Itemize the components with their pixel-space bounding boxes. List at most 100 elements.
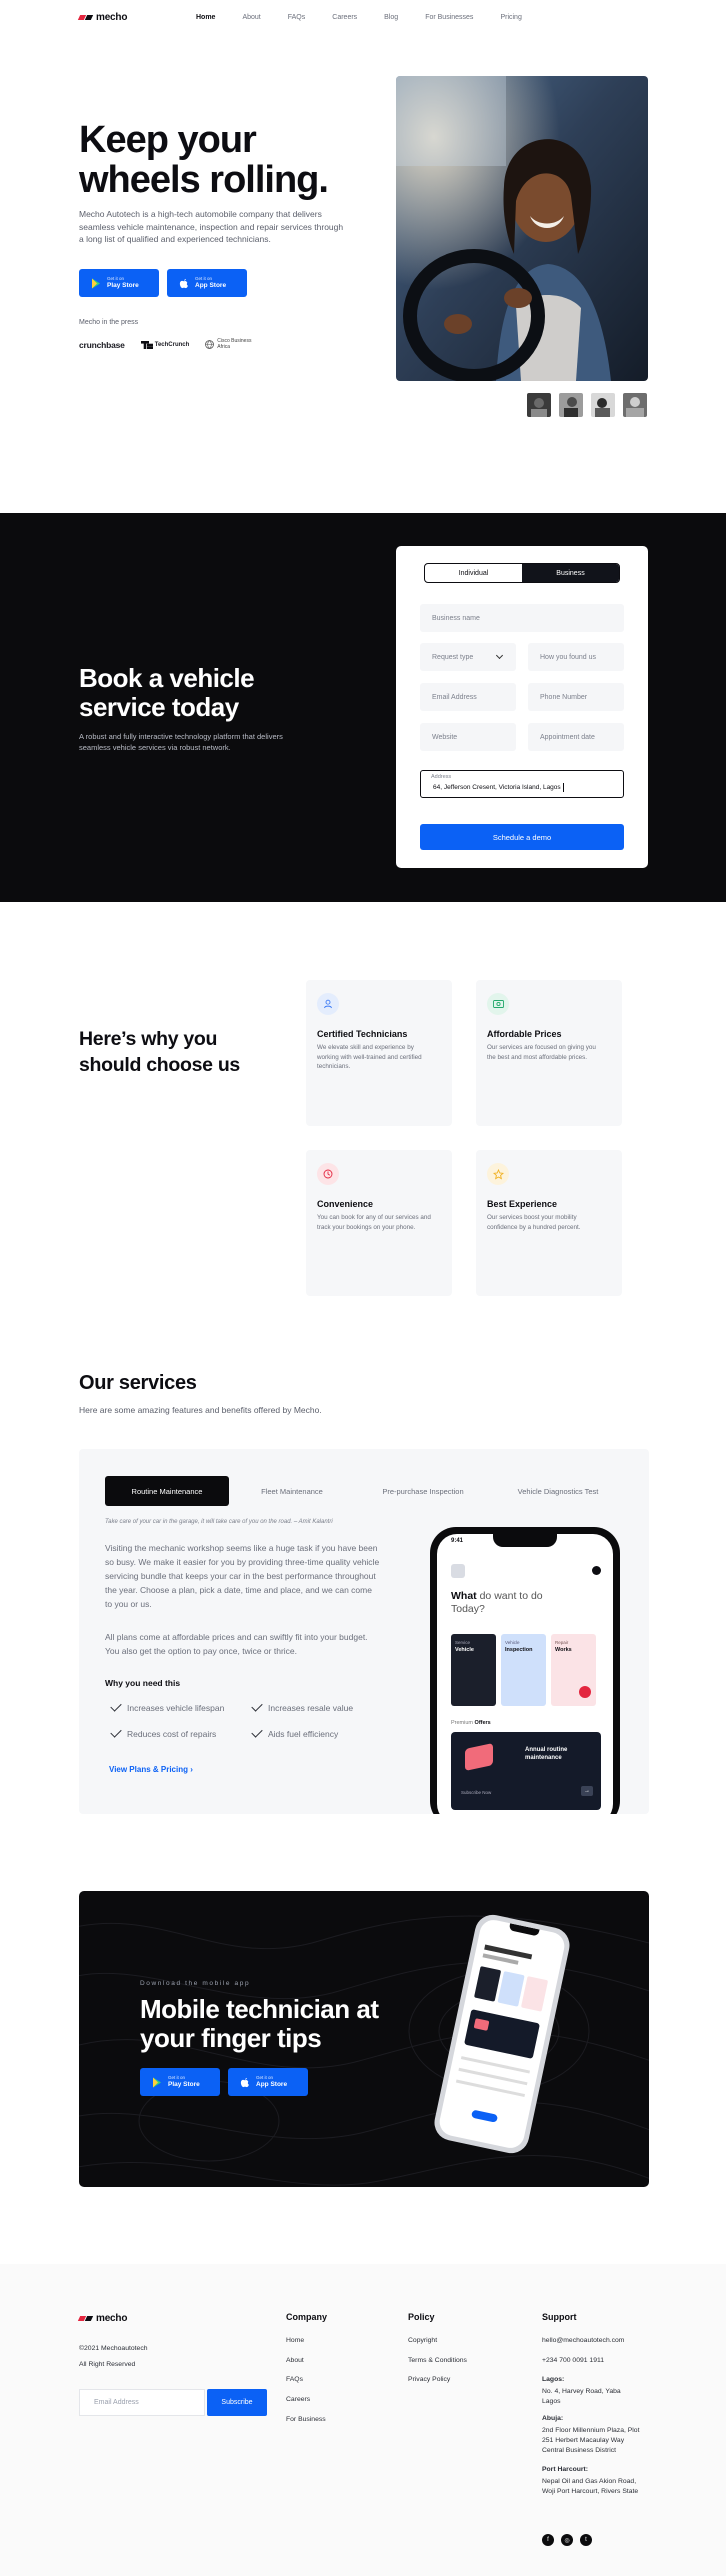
service-card-vehicle[interactable]: Service Vehicle [451,1634,496,1706]
app-store-button[interactable]: Get it on App Store [228,2068,308,2096]
footer-company-title: Company [286,2312,328,2322]
address-field[interactable]: Address 64, Jefferson Cresent, Victoria … [420,770,624,798]
nav-pricing[interactable]: Pricing [500,14,521,21]
view-plans-link[interactable]: View Plans & Pricing › [109,1765,193,1774]
thumbnail[interactable] [591,393,615,417]
gear-icon [579,1686,591,1698]
footer-link-home[interactable]: Home [286,2337,304,2344]
phone-notch [508,1923,540,1937]
office-ph-label: Port Harcourt: [542,2466,589,2473]
service-description: Visiting the mechanic workshop seems lik… [105,1543,380,1609]
press-label: Mecho in the press [79,319,139,326]
service-card-repair[interactable]: Repair Works [551,1634,596,1706]
play-store-button[interactable]: Get it on Play Store [140,2068,220,2096]
offer-illustration [465,1743,493,1771]
app-store-button[interactable]: Get it on App Store [167,269,247,297]
footer-logo[interactable]: mecho [77,2313,127,2324]
nav-blog[interactable]: Blog [384,14,398,21]
request-type-select[interactable]: Request type [420,643,516,671]
offer-card[interactable]: Annual routine maintenance Subscribe Now… [451,1732,601,1810]
check-icon [110,1700,122,1712]
support-email[interactable]: hello@mechoautotech.com [542,2337,624,2344]
tab-individual[interactable]: Individual [425,564,522,582]
how-found-field[interactable]: How you found us [528,643,624,671]
tab-business[interactable]: Business [522,564,619,582]
nav-faqs[interactable]: FAQs [288,14,306,21]
phone-field[interactable]: Phone Number [528,683,624,711]
address-value: 64, Jefferson Cresent, Victoria Island, … [433,783,561,791]
tab-vehicle-diagnostics[interactable]: Vehicle Diagnostics Test [491,1476,625,1506]
newsletter-email-input[interactable]: Email Address [79,2389,205,2416]
footer-link-copyright[interactable]: Copyright [408,2337,437,2344]
feature-title: Certified Technicians [317,1029,408,1039]
nav-for-businesses[interactable]: For Businesses [425,14,473,21]
app-store-label: App Store [195,282,227,289]
arrow-right-icon: → [581,1786,593,1796]
nav-careers[interactable]: Careers [332,14,357,21]
phone-time: 9:41 [451,1538,464,1544]
book-subtitle: A robust and fully interactive technolog… [79,732,283,752]
service-card-inspection[interactable]: Vehicle Inspection [501,1634,546,1706]
footer [0,2264,726,2576]
email-field[interactable]: Email Address [420,683,516,711]
check-icon [251,1726,263,1738]
text-cursor [562,782,564,792]
apple-icon [179,278,188,288]
clock-icon [317,1163,339,1185]
business-name-field[interactable]: Business name [420,604,624,632]
footer-link-privacy[interactable]: Privacy Policy [408,2376,450,2383]
office-abuja-label: Abuja: [542,2415,564,2422]
play-store-icon [153,2077,161,2087]
subscribe-button[interactable]: Subscribe [207,2389,267,2416]
press-logo-cisco[interactable]: Cisco Business Africa [205,338,259,350]
facebook-icon[interactable]: f [542,2534,554,2546]
press-logo-crunchbase[interactable]: crunchbase [79,340,125,350]
play-store-small: Get it on [107,276,125,281]
feature-desc: You can book for any of our services and… [317,1214,431,1231]
press-logos: crunchbase TechCrunch Cisco Business Afr… [79,338,259,350]
office-lagos-address: No. 4, Harvey Road, Yaba Lagos [542,2388,621,2405]
instagram-icon[interactable]: ◎ [561,2534,573,2546]
thumbnail[interactable] [559,393,583,417]
nav-home[interactable]: Home [196,14,215,21]
press-logo-techcrunch[interactable]: TechCrunch [140,340,189,349]
appointment-date-field[interactable]: Appointment date [528,723,624,751]
thumbnail[interactable] [527,393,551,417]
hero-title: Keep your wheels rolling. [79,119,329,201]
hero-driver-photo [396,76,648,381]
twitter-icon[interactable]: t [580,2534,592,2546]
feature-title: Convenience [317,1199,374,1209]
footer-link-for-business[interactable]: For Business [286,2416,326,2423]
play-store-button[interactable]: Get it on Play Store [79,269,159,297]
brand-logo[interactable]: mecho [77,12,127,23]
phone-mockup: 9:41 What do want to do Today? Service V… [430,1527,620,1814]
footer-link-faqs[interactable]: FAQs [286,2376,303,2383]
benefit-item: Aids fuel efficiency [251,1726,338,1739]
footer-link-careers[interactable]: Careers [286,2396,310,2403]
website-field[interactable]: Website [420,723,516,751]
feature-desc: We elevate skill and experience by worki… [317,1044,422,1070]
money-icon [487,993,509,1015]
cisco-label: Cisco Business Africa [217,338,252,350]
globe-logo-icon [205,340,215,349]
office-lagos-label: Lagos: [542,2376,565,2383]
footer-link-terms[interactable]: Terms & Conditions [408,2357,467,2364]
tab-fleet-maintenance[interactable]: Fleet Maintenance [229,1476,355,1506]
nav-about[interactable]: About [242,14,260,21]
tab-pre-purchase-inspection[interactable]: Pre-purchase Inspection [355,1476,491,1506]
book-title: Book a vehicle service today [79,663,255,722]
footer-link-about[interactable]: About [286,2357,304,2364]
apple-icon [240,2077,249,2087]
thumbnail[interactable] [623,393,647,417]
support-phone[interactable]: +234 700 0091 1911 [542,2357,604,2364]
tab-routine-maintenance[interactable]: Routine Maintenance [105,1476,229,1506]
benefit-item: Reduces cost of repairs [110,1726,216,1739]
service-tabs: Routine Maintenance Fleet Maintenance Pr… [105,1476,625,1506]
chevron-down-icon [495,651,504,660]
feature-desc: Our services are focused on giving you t… [487,1044,596,1061]
play-store-icon [92,278,100,288]
techcrunch-logo-icon [140,340,153,349]
schedule-demo-button[interactable]: Schedule a demo [420,824,624,850]
notification-icon [592,1566,601,1575]
footer-policy-title: Policy [408,2312,435,2322]
